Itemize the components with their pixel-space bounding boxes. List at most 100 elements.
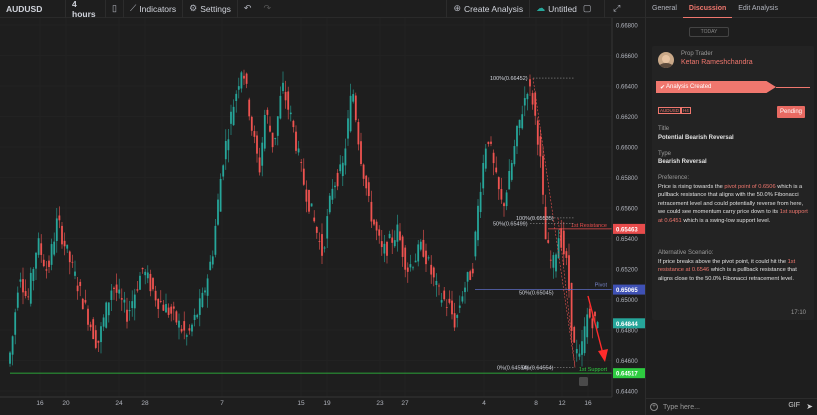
candle-body [232,106,235,126]
candle-body [568,255,570,291]
tab-general[interactable]: General [646,0,683,18]
indicators-button[interactable]: ⟋ Indicators [124,0,184,18]
candle-body [27,296,30,298]
candle-body [217,199,219,225]
fullscreen-button[interactable]: ⤢ [605,0,626,18]
candle-body [591,318,594,329]
alternative-text: If price breaks above the pivot point, i… [658,259,797,282]
candle-body [196,314,199,318]
candle-body [274,138,277,140]
candle-body [453,313,456,328]
status-line [776,87,810,88]
candle-body [149,273,152,292]
candle-body [443,290,446,300]
candle-body [89,324,92,328]
author-role: Prop Trader [681,51,713,57]
candle-body [79,281,82,287]
gear-icon: ⚙ [189,3,198,13]
time-tick-label: 28 [141,400,149,407]
candle-body [14,312,17,335]
price-label-text: 0.64844 [616,322,638,328]
candle-body [510,163,513,180]
status-badge: Pending [777,106,805,118]
candle-body [339,164,342,172]
candle-body [487,141,490,145]
candle-body [596,322,599,329]
candle-body [53,241,56,255]
tab-edit-analysis[interactable]: Edit Analysis [732,0,784,18]
interval-selector[interactable]: 4 hours [66,0,106,19]
candle-body [115,284,118,293]
candle-body [128,310,131,312]
time-tick-label: 8 [534,400,538,407]
candle-body [84,300,87,303]
candle-body [165,304,167,313]
symbol-selector[interactable]: AUDUSD [0,0,66,18]
candles [9,69,599,367]
candle-body [48,260,50,267]
candle-body [518,119,521,128]
candle-body [412,267,414,269]
candle-body [198,298,201,315]
tab-discussion[interactable]: Discussion [682,0,733,18]
redo-icon: ↷ [263,3,272,13]
redo-button[interactable]: ↷ [257,0,448,18]
reply-input[interactable]: Type here... [663,404,700,411]
price-tick-label: 0.66600 [616,54,638,60]
candle-body [370,201,373,222]
candle-body [253,131,256,137]
layout-name-button[interactable]: ☁ Untitled ▢ [530,0,606,18]
candle-body [81,298,84,310]
candle-body [287,91,290,110]
gif-button[interactable]: GIF [788,402,800,409]
candle-type-icon: ▯ [112,3,117,13]
candle-body [302,168,305,185]
candle-body [360,141,362,164]
candle-body [175,311,178,323]
candle-body [427,257,430,259]
candle-body [404,247,407,270]
chart-type-button[interactable]: ▯ [106,0,124,18]
send-icon[interactable]: ➤ [806,402,813,411]
candle-body [484,148,487,169]
arrow-line [587,295,604,355]
candle-body [318,241,321,242]
candle-body [386,241,388,256]
candle-body [328,195,331,213]
candle-body [188,328,191,331]
price-chart[interactable]: 1st Support Pivot 1st Resistance 100%(0.664… [0,18,645,415]
add-attachment-icon[interactable]: + [650,403,658,411]
undo-button[interactable]: ↶ [238,0,258,18]
candle-body [248,99,251,117]
candle-body [61,225,63,245]
candle-body [536,120,539,145]
candle-body [144,271,147,276]
candle-body [256,135,258,154]
author-name[interactable]: Ketan Rameshchandra [681,59,753,66]
candle-body [521,114,524,129]
candle-body [315,226,318,233]
candle-body [349,95,352,132]
candle-body [120,298,123,300]
candle-body [133,294,136,309]
type-value: Bearish Reversal [658,159,707,165]
analysis-card: Prop Trader Ketan Rameshchandra ✔ Analysi… [652,46,814,320]
candle-body [393,240,396,247]
alternative-label: Alternative Scenario: [658,250,714,256]
symbol-label: AUDUSD [6,3,43,14]
candle-body [11,336,14,355]
candle-body [388,233,391,239]
price-label-text: 0.64517 [616,372,638,378]
candle-body [367,182,370,197]
candle-body [276,116,279,136]
settings-button[interactable]: ⚙ Settings [183,0,238,18]
create-analysis-button[interactable]: ⊕ Create Analysis [447,0,531,18]
candle-body [92,319,95,340]
candle-body [76,285,79,292]
price-tick-label: 0.65600 [616,207,638,213]
candle-body [378,229,381,236]
candle-body [357,122,360,145]
candle-body [562,230,565,255]
candle-body [118,289,121,294]
pivot-label: Pivot [595,283,608,289]
